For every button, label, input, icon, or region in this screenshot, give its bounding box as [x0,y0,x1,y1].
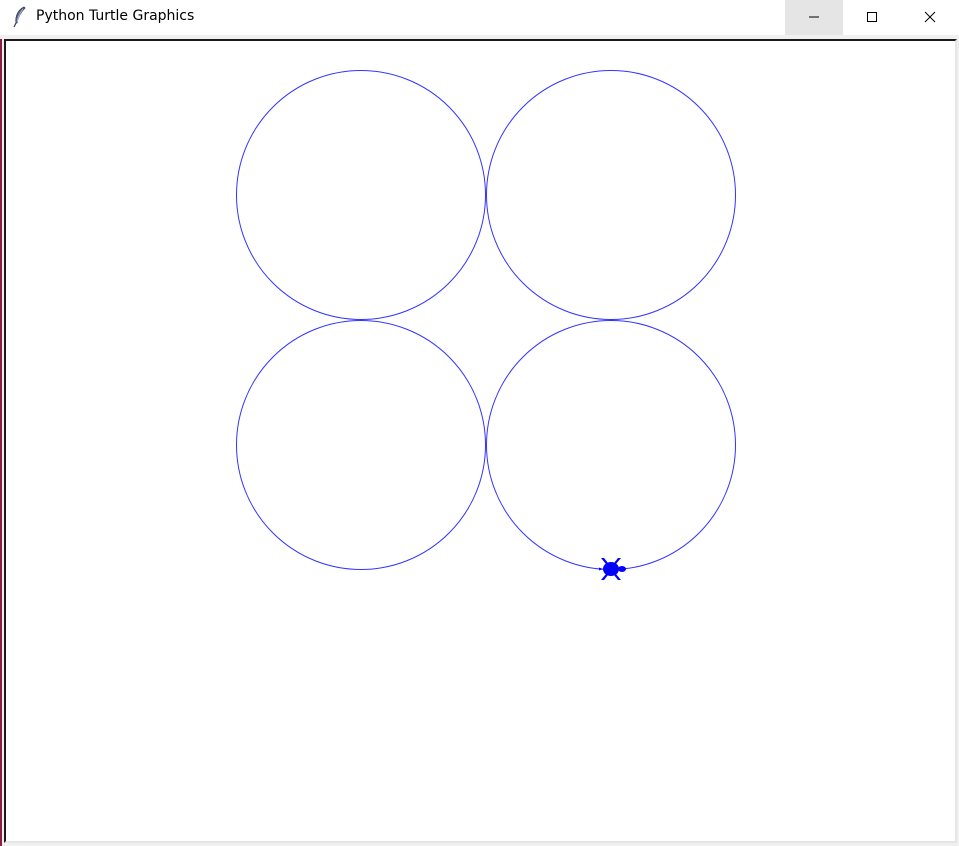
circle-top-right [486,70,736,320]
close-icon [924,8,936,27]
drawing-surface [236,70,736,580]
turtle-window: Python Turtle Graphics [0,0,959,846]
circle-bottom-left [236,320,486,570]
minimize-button[interactable] [785,0,843,35]
circle-bottom-right [486,320,736,570]
window-left-edge [0,39,2,846]
minimize-icon [808,8,820,27]
circle-top-left [236,70,486,320]
close-button[interactable] [901,0,959,35]
maximize-button[interactable] [843,0,901,35]
turtle-icon [599,558,626,580]
turtle-canvas[interactable] [4,39,957,843]
title-bar[interactable]: Python Turtle Graphics [0,0,959,35]
maximize-icon [866,8,878,27]
feather-icon [12,6,28,28]
window-title: Python Turtle Graphics [36,8,195,24]
